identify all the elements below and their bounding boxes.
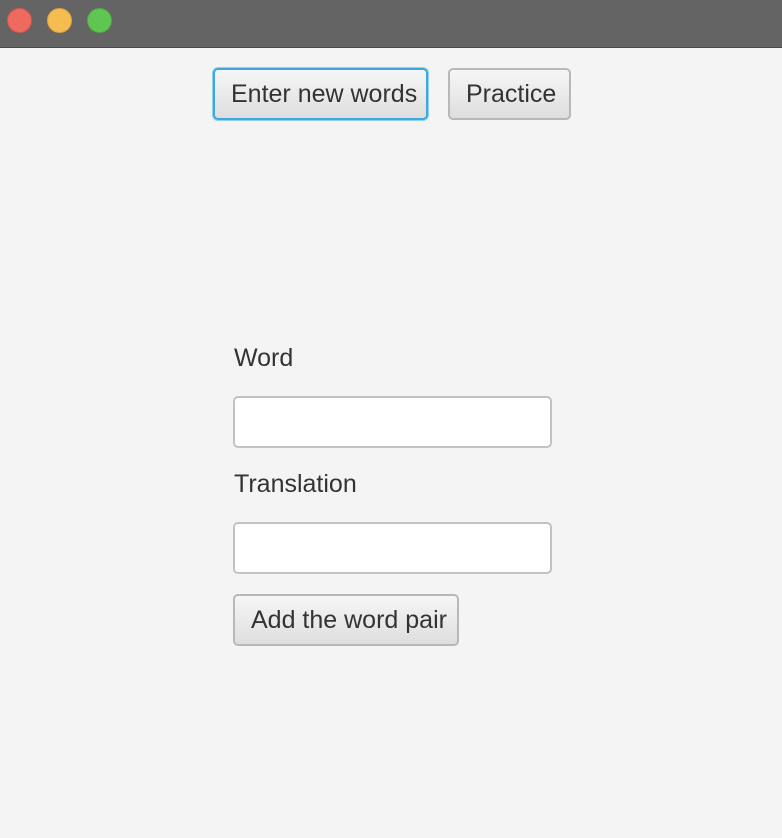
enter-new-words-button[interactable]: Enter new words	[213, 68, 428, 120]
add-word-pair-button[interactable]: Add the word pair	[233, 594, 459, 646]
word-label: Word	[234, 344, 294, 372]
close-icon[interactable]	[7, 8, 32, 33]
zoom-icon[interactable]	[87, 8, 112, 33]
translation-input[interactable]	[233, 522, 552, 574]
window-titlebar	[0, 0, 782, 48]
translation-label: Translation	[234, 470, 357, 498]
practice-button[interactable]: Practice	[448, 68, 571, 120]
minimize-icon[interactable]	[47, 8, 72, 33]
word-input[interactable]	[233, 396, 552, 448]
